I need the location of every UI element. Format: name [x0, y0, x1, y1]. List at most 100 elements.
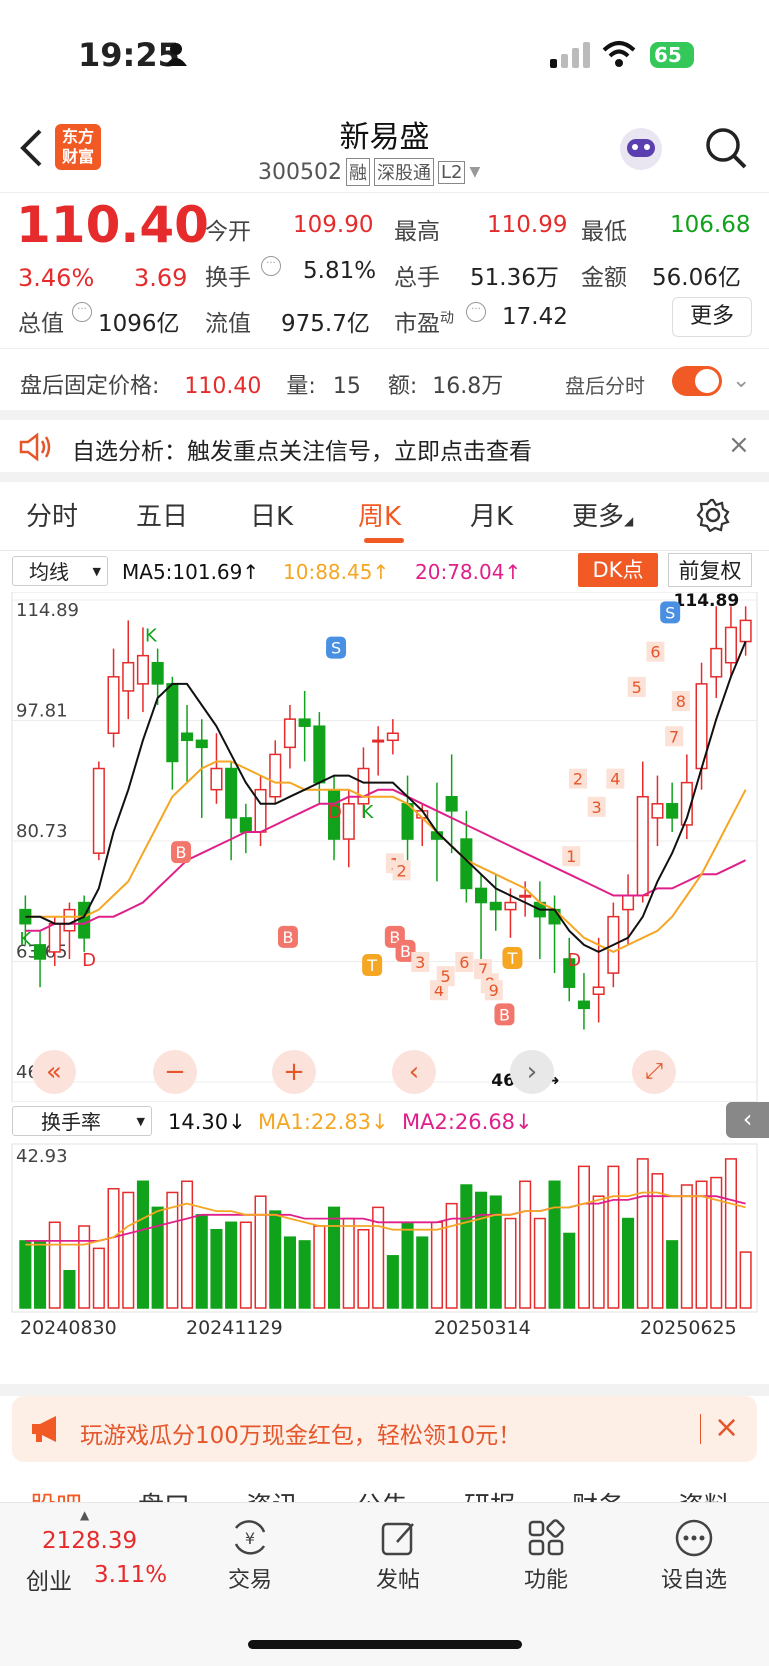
after-hours-toggle[interactable] [672, 366, 722, 396]
signal-marker-text: 3 [415, 953, 425, 972]
pe-label: 市盈动 [394, 310, 454, 337]
gear-icon[interactable] [696, 498, 730, 532]
signal-marker: S [326, 636, 347, 659]
dropdown-caret-icon[interactable]: ▼ [469, 164, 480, 180]
indicator-select[interactable]: 均线 ▼ [12, 556, 108, 586]
battery-icon: 65 [650, 42, 694, 68]
subtab-profile[interactable]: 资料 [678, 1488, 730, 1502]
chevron-down-icon[interactable]: ⌄ [732, 368, 750, 393]
more-button[interactable]: 更多 [672, 297, 752, 337]
collapse-icon[interactable]: ‹ [726, 1102, 769, 1138]
subtab-financial[interactable]: 财务 [572, 1488, 624, 1502]
turnover-ma1: MA1:22.83↓ [258, 1110, 389, 1134]
turnover-bar-down [19, 1240, 32, 1309]
mktcap-label: 总值 [18, 311, 64, 337]
candle-body-up [519, 894, 532, 898]
dk-button[interactable]: DK点 [578, 553, 658, 587]
candle-body-down [181, 732, 194, 742]
promo-text[interactable]: 玩游戏瓜分100万现金红包，轻松领10元！ [80, 1416, 521, 1450]
subtab-guba[interactable]: 股吧 [30, 1488, 82, 1502]
info-icon[interactable]: ··· [261, 256, 281, 276]
trade-icon[interactable]: ¥ [228, 1518, 272, 1558]
signal-marker: 3 [587, 796, 606, 817]
turnover-bar-down [475, 1191, 488, 1309]
amount-label: 金额 [581, 265, 627, 291]
signal-marker-text: B [499, 1005, 510, 1024]
add-watchlist-label[interactable]: 设自选 [650, 1562, 738, 1594]
tab-intraday[interactable]: 分时 [26, 496, 78, 533]
tab-monthly-k[interactable]: 月K [470, 496, 513, 533]
candle [283, 705, 296, 769]
change-amount: 3.69 [134, 264, 188, 292]
alert-text[interactable]: 自选分析：触发重点关注信号，立即点击查看 [72, 432, 532, 466]
candle-body-up [372, 739, 385, 743]
signal-marker: K [145, 626, 158, 647]
index-name[interactable]: 创业 [26, 1562, 72, 1596]
info-icon[interactable]: ··· [466, 302, 486, 322]
function-label[interactable]: 功能 [506, 1562, 586, 1594]
turnover-bar-down [460, 1184, 473, 1309]
svg-text:¥: ¥ [245, 1529, 255, 1548]
signal-marker-text: S [665, 603, 675, 622]
tab-five-day[interactable]: 五日 [136, 496, 188, 533]
tab-weekly-k[interactable]: 周K [358, 496, 401, 533]
candle [636, 761, 649, 903]
ma20-value: 20:78.04↑ [415, 560, 522, 584]
signal-marker-text: 1 [566, 847, 576, 866]
prev-icon[interactable]: ‹ [392, 1050, 436, 1094]
index-value[interactable]: 2128.39 [42, 1528, 137, 1554]
info-icon[interactable]: ··· [72, 302, 92, 322]
subtab-announcements[interactable]: 公告 [356, 1488, 408, 1502]
fast-rewind-icon[interactable]: « [32, 1050, 76, 1094]
search-icon[interactable] [704, 126, 748, 170]
candle-body-up [92, 767, 105, 854]
post-icon[interactable] [379, 1518, 419, 1558]
close-icon[interactable]: × [728, 430, 750, 460]
tab-daily-k[interactable]: 日K [250, 496, 293, 533]
zoom-out-icon[interactable]: − [153, 1050, 197, 1094]
signal-marker-text: 6 [650, 643, 660, 662]
candle-body-down [475, 887, 488, 904]
index-pct[interactable]: 3.11% [94, 1562, 167, 1588]
pe-value: 17.42 [502, 304, 568, 330]
post-label[interactable]: 发帖 [358, 1562, 438, 1594]
next-icon[interactable]: › [510, 1050, 554, 1094]
turnover-chart[interactable]: 42.93 20240830 20241129 20250314 20250625 [0, 1142, 769, 1338]
candle-body-up [622, 894, 635, 911]
turnover-bar-down [136, 1180, 149, 1309]
change-pct: 3.46% [18, 264, 95, 292]
kline-chart[interactable]: 114.8997.8180.7363.6546.56114.8946.56→KD… [0, 592, 769, 1102]
candle [372, 726, 385, 776]
candle-body-up [254, 788, 267, 833]
volume-value: 51.36万 [470, 265, 559, 291]
turnover-bar-down [269, 1210, 282, 1309]
tab-more[interactable]: 更多◢ [572, 496, 633, 533]
megaphone-icon [32, 1416, 56, 1442]
x-date-label: 20250625 [640, 1317, 737, 1338]
after-hours-amt-label: 额: [387, 374, 418, 399]
robot-assistant-icon[interactable] [620, 128, 662, 170]
y-tick-label: 80.73 [16, 821, 68, 842]
turnover-bar-down [63, 1269, 76, 1309]
zoom-in-icon[interactable]: + [272, 1050, 316, 1094]
turnover-select[interactable]: 换手率 ▼ [12, 1106, 152, 1136]
signal-marker: 8 [671, 691, 690, 712]
add-watchlist-icon[interactable] [674, 1518, 714, 1558]
adjust-button[interactable]: 前复权 [668, 553, 752, 587]
grid-icon[interactable] [526, 1518, 566, 1558]
trade-label[interactable]: 交易 [210, 1562, 290, 1594]
volume-label: 总手 [394, 265, 440, 291]
close-icon[interactable]: × [714, 1410, 739, 1445]
subtab-pankou[interactable]: 盘口 [138, 1488, 190, 1502]
candle-body-down [445, 795, 458, 812]
subtab-news[interactable]: 资讯 [246, 1488, 298, 1502]
fullscreen-icon[interactable]: ⤢ [632, 1050, 676, 1094]
after-hours-row: 盘后固定价格: 110.40 量: 15 额: 16.8万 [20, 368, 503, 400]
candle-body-up [48, 922, 61, 953]
caret-up-icon: ▲ [80, 1508, 90, 1522]
subtab-research[interactable]: 研报 [464, 1488, 516, 1502]
turnover-bar-down [563, 1232, 576, 1309]
x-date-label: 20241129 [186, 1317, 283, 1338]
turnover-bar-up [181, 1180, 194, 1309]
signal-marker-text: S [331, 639, 341, 658]
